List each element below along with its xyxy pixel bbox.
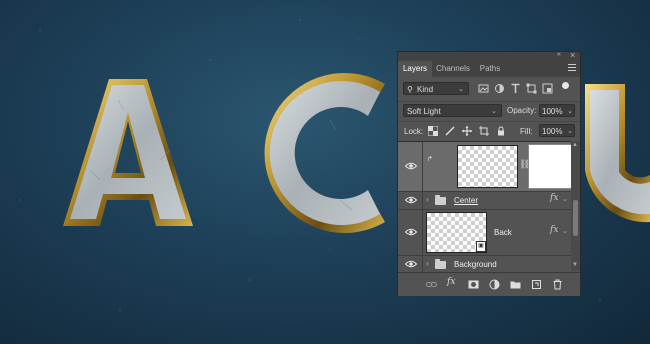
link-layers-icon[interactable]: [426, 279, 437, 290]
letter-a-art: [63, 79, 193, 226]
chevron-down-icon: ⌄: [491, 108, 497, 115]
scroll-down-icon[interactable]: ▼: [572, 262, 578, 268]
add-layer-mask-icon[interactable]: [468, 279, 479, 290]
layer-row-selected[interactable]: ↱ ⛓: [398, 142, 571, 192]
filter-kind-dropdown[interactable]: ⚲ Kind ⌄: [403, 82, 469, 95]
blend-mode-value: Soft Light: [407, 107, 441, 116]
panel-tabs: Layers Channels Paths: [398, 61, 580, 77]
blend-row: Soft Light ⌄ Opacity: 100% ⌄: [398, 101, 580, 120]
filter-pixel-layers-icon[interactable]: [478, 83, 489, 94]
layer-name-background: Background: [454, 260, 497, 269]
delete-layer-icon[interactable]: [552, 279, 563, 290]
opacity-field[interactable]: 100% ⌄: [539, 104, 575, 117]
fx-icon[interactable]: fx: [550, 193, 558, 203]
lock-row: Lock: Fill: 100% ⌄: [398, 121, 580, 140]
close-panel-icon[interactable]: ×: [570, 50, 575, 60]
effects-chevron-icon[interactable]: ⌄: [562, 227, 568, 235]
chevron-down-icon: ⌄: [567, 108, 573, 115]
filter-toggle-icon[interactable]: [562, 82, 569, 89]
eye-column-divider: [422, 209, 423, 255]
layer-mask-thumbnail[interactable]: [528, 144, 571, 189]
fill-label: Fill:: [520, 127, 533, 136]
tab-channels[interactable]: Channels: [432, 61, 474, 77]
opacity-value: 100%: [542, 107, 563, 116]
letter-u-art: [585, 84, 650, 223]
search-icon: ⚲: [407, 85, 413, 94]
lock-position-icon[interactable]: [462, 126, 472, 136]
new-group-icon[interactable]: [510, 279, 521, 290]
layers-panel: « × Layers Channels Paths ⚲ Kind ⌄ Soft …: [397, 50, 581, 296]
group-expand-chevron-icon[interactable]: ›: [426, 259, 429, 268]
effects-chevron-icon[interactable]: ⌄: [562, 195, 568, 203]
lock-transparent-pixels-icon[interactable]: [428, 126, 438, 136]
fill-field[interactable]: 100% ⌄: [539, 124, 575, 137]
layer-row-back[interactable]: ▣ Back fx ⌄: [398, 209, 571, 256]
visibility-eye-icon[interactable]: [405, 260, 417, 268]
eye-column-divider: [422, 191, 423, 209]
fx-icon[interactable]: fx: [550, 225, 558, 235]
opacity-label: Opacity:: [507, 106, 537, 115]
layer-row-center-group[interactable]: › Center fx ⌄: [398, 191, 571, 210]
layers-bottom-toolbar: fx: [398, 272, 580, 296]
visibility-eye-icon[interactable]: [405, 162, 417, 170]
fill-value: 100%: [542, 127, 563, 136]
layers-list: ↱ ⛓ › Center fx ⌄ ▣ Back fx ⌄ › Backgrou…: [398, 141, 571, 272]
filter-type-layers-icon[interactable]: [510, 83, 521, 94]
lock-all-icon[interactable]: [496, 126, 506, 136]
folder-icon: [435, 259, 446, 269]
eye-column-divider: [422, 142, 423, 191]
new-adjustment-layer-icon[interactable]: [489, 279, 500, 290]
clipping-mask-icon: ↱: [427, 156, 433, 163]
folder-icon: [435, 195, 446, 205]
filter-shape-layers-icon[interactable]: [526, 83, 537, 94]
chevron-down-icon: ⌄: [567, 128, 573, 135]
layer-filter-row: ⚲ Kind ⌄: [398, 79, 580, 99]
layer-row-background-group[interactable]: › Background: [398, 255, 571, 272]
lock-image-pixels-icon[interactable]: [445, 126, 455, 136]
blend-mode-dropdown[interactable]: Soft Light ⌄: [403, 104, 502, 117]
layer-name-center: Center: [454, 196, 479, 205]
layer-name-back: Back: [494, 228, 512, 237]
filter-kind-label: Kind: [417, 85, 434, 94]
panel-menu-icon[interactable]: [568, 64, 576, 73]
visibility-eye-icon[interactable]: [405, 228, 417, 236]
tab-paths[interactable]: Paths: [474, 61, 506, 77]
add-layer-style-icon[interactable]: fx: [447, 277, 455, 287]
tab-layers[interactable]: Layers: [398, 61, 432, 77]
letter-c-art: [264, 73, 385, 234]
chevron-down-icon: ⌄: [458, 86, 464, 93]
lock-label: Lock:: [404, 127, 424, 136]
group-expand-chevron-icon[interactable]: ›: [426, 195, 429, 204]
new-layer-icon[interactable]: [531, 279, 542, 290]
eye-column-divider: [422, 255, 423, 272]
smart-object-icon: ▣: [476, 241, 486, 252]
layer-thumbnail[interactable]: [457, 145, 518, 188]
filter-smart-objects-icon[interactable]: [542, 83, 553, 94]
scrollbar-thumb[interactable]: [573, 200, 578, 236]
panel-title-bar[interactable]: « ×: [398, 50, 580, 61]
collapse-panel-icon[interactable]: «: [557, 51, 561, 58]
filter-adjustment-layers-icon[interactable]: [494, 83, 505, 94]
lock-artboard-icon[interactable]: [479, 126, 489, 136]
scroll-up-icon[interactable]: ▲: [572, 142, 578, 148]
visibility-eye-icon[interactable]: [405, 196, 417, 204]
